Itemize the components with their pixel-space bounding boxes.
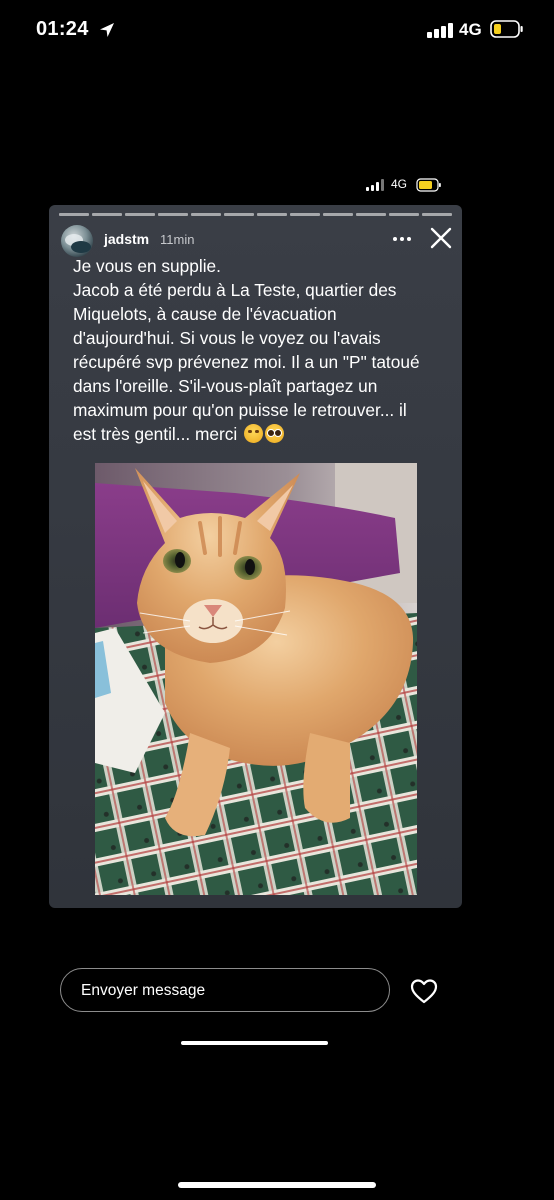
status-time: 01:24	[36, 18, 89, 40]
status-bar: 01:24 4G	[0, 0, 554, 62]
caption-line: Jacob a été perdu à La Teste, quartier d…	[73, 280, 397, 300]
location-arrow-icon	[100, 23, 114, 37]
cellular-signal-icon	[427, 22, 453, 38]
story-card[interactable]: jadstm 11min Je vous en supplie. Jacob a…	[49, 205, 462, 908]
home-indicator[interactable]	[178, 1182, 376, 1188]
close-icon[interactable]	[429, 226, 453, 250]
caption-line: Je vous en supplie.	[73, 256, 221, 276]
inner-home-indicator	[181, 1041, 328, 1045]
story-time-ago: 11min	[160, 232, 195, 247]
caption-line: est très gentil... merci	[73, 424, 238, 444]
caption-line: Miquelots, à cause de l'évacuation	[73, 304, 337, 324]
avatar[interactable]	[61, 225, 93, 257]
pensive-face-emoji	[244, 424, 264, 443]
battery-icon	[416, 178, 441, 192]
caption-line: dans l'oreille. S'il-vous-plaît partagez…	[73, 376, 378, 396]
message-input[interactable]: Envoyer message	[60, 968, 390, 1012]
more-options-icon[interactable]	[390, 229, 414, 249]
story-username[interactable]: jadstm	[104, 231, 149, 247]
inner-status-bar: 4G	[366, 176, 446, 194]
caption-line: d'aujourd'hui. Si vous le voyez ou l'ava…	[73, 328, 381, 348]
network-type-label: 4G	[459, 20, 482, 39]
caption-line: maximum pour qu'on puisse le retrouver..…	[73, 400, 407, 420]
story-progress-bar	[59, 213, 452, 216]
network-type-label: 4G	[391, 177, 408, 191]
caption-last-line: est très gentil... merci	[73, 422, 443, 446]
message-placeholder: Envoyer message	[81, 982, 206, 999]
cellular-signal-icon	[366, 179, 386, 191]
battery-low-icon	[490, 20, 523, 38]
story-caption: Je vous en supplie. Jacob a été perdu à …	[73, 254, 443, 446]
heart-outline-icon[interactable]	[409, 977, 439, 1005]
story-photo-cat	[95, 463, 417, 895]
caption-line: récupéré svp prévenez moi. Il a un "P" t…	[73, 352, 420, 372]
pleading-face-emoji	[265, 424, 285, 443]
